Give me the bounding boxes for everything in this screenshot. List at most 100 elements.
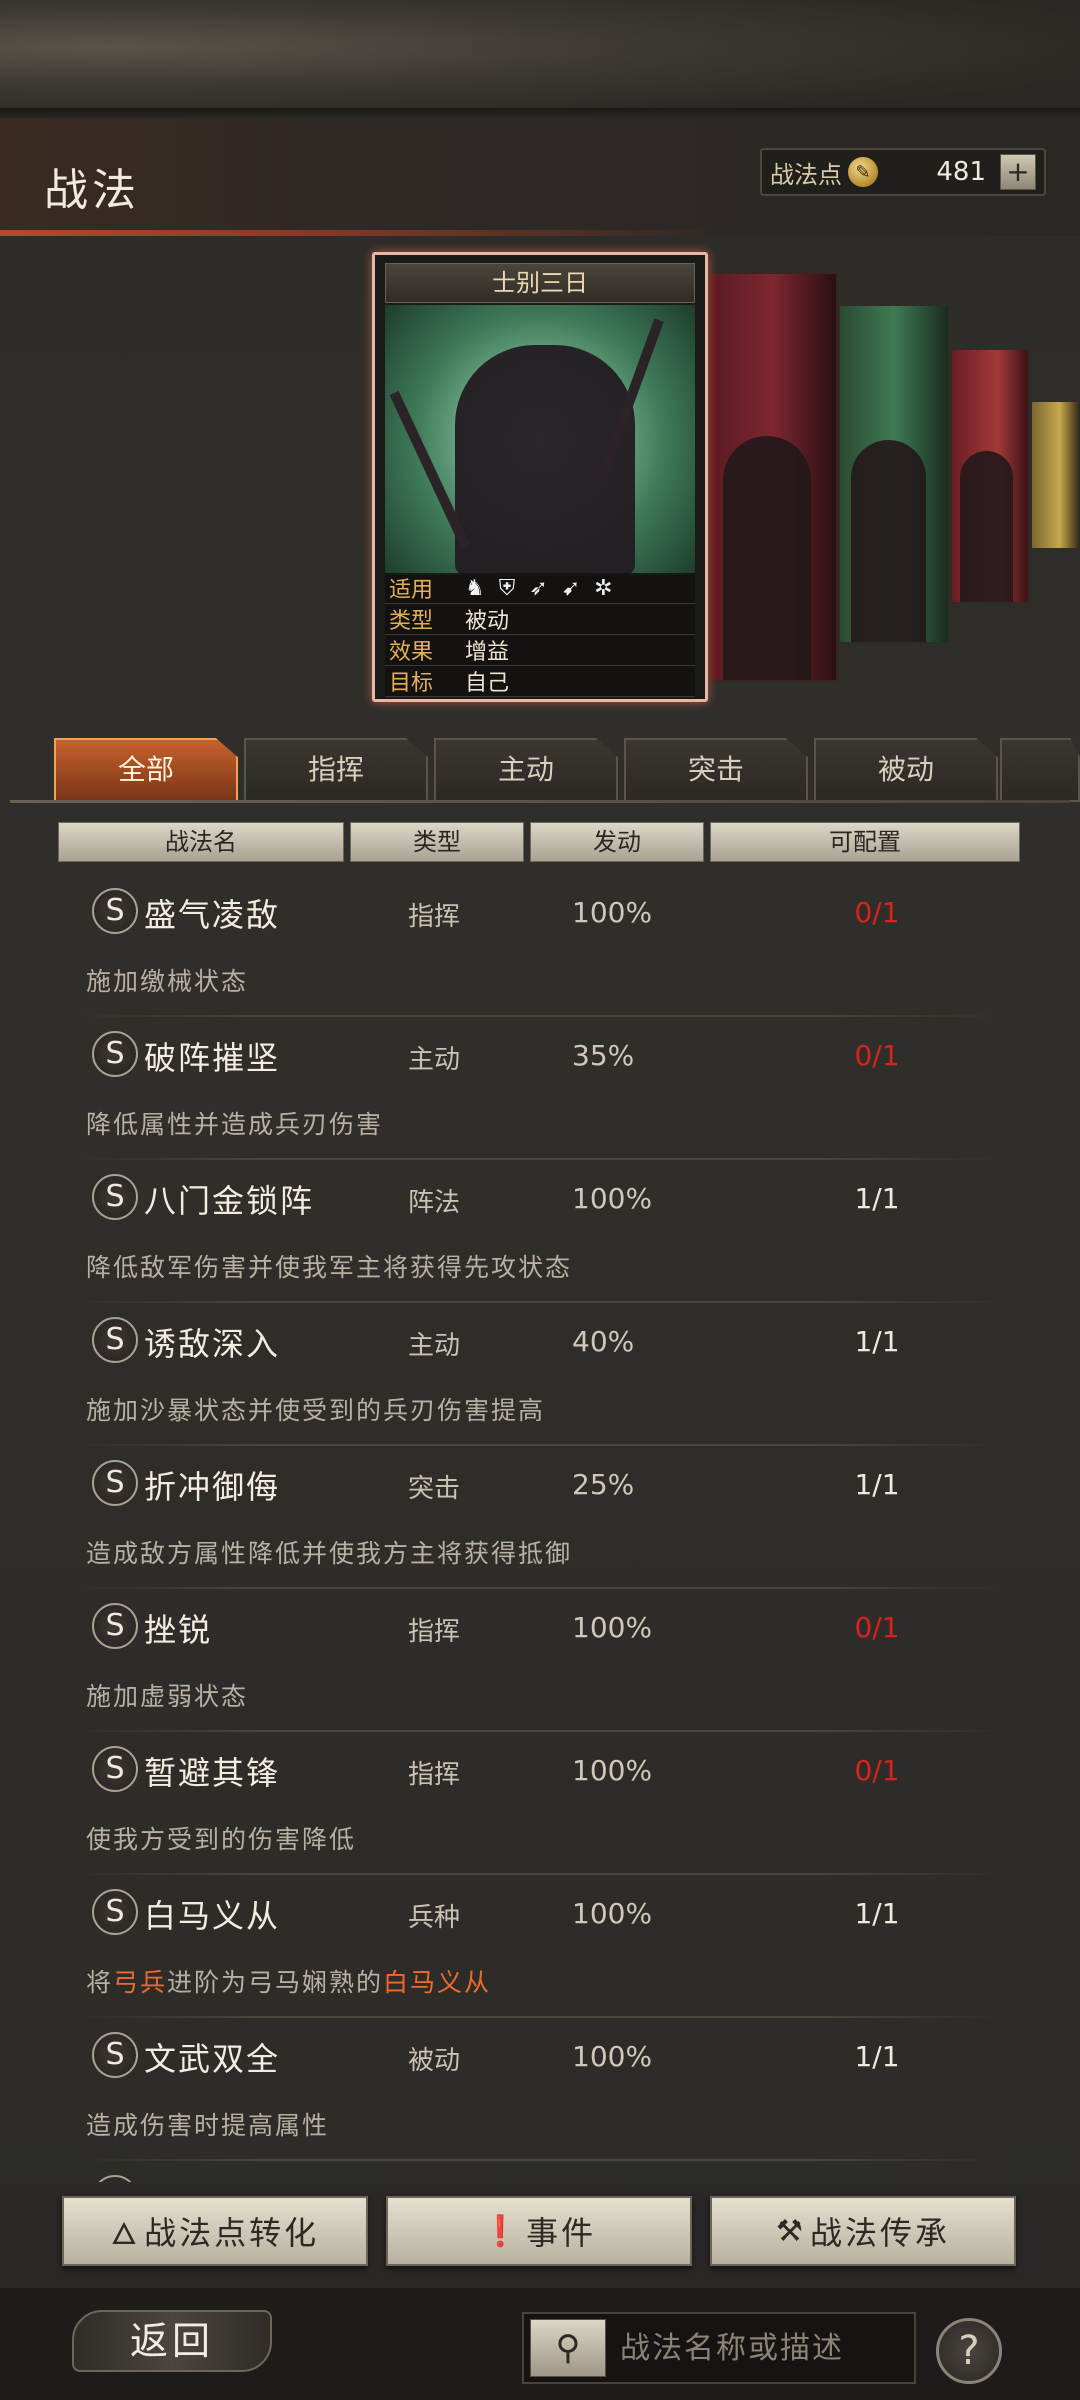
skill-card-back-2[interactable] (838, 304, 950, 644)
desc-text: 将 (86, 1968, 114, 1997)
skill-slots: 0/1 (854, 1611, 900, 1644)
grade-s-badge: S (92, 1603, 138, 1649)
desc-text: 进阶为弓马娴熟的 (167, 1968, 384, 1997)
bow-icon: ➶ (529, 575, 548, 601)
grade-s-badge: S (92, 1746, 138, 1792)
tabs-divider (10, 800, 1070, 803)
card-field-key: 类型 (389, 609, 434, 634)
skill-row[interactable]: S 盛气凌敌 指挥 100% 0/1 施加缴械状态 (12, 876, 1068, 1019)
skill-description: 使我方受到的伤害降低 (86, 1825, 357, 1854)
skill-type: 被动 (408, 2046, 461, 2076)
convert-points-label: 战法点转化 (144, 2214, 320, 2252)
skill-type: 兵种 (408, 1903, 461, 1933)
skill-slots: 1/1 (854, 2040, 900, 2073)
skill-row[interactable]: S 暂避其锋 指挥 100% 0/1 使我方受到的伤害降低 (12, 1734, 1068, 1877)
skill-slots: 1/1 (854, 1897, 900, 1930)
grade-s-badge: S (92, 2032, 138, 2078)
search-input[interactable] (620, 2330, 900, 2366)
add-points-button[interactable]: + (1000, 154, 1036, 190)
flame-icon: 🜂 (110, 2216, 141, 2252)
convert-points-button[interactable]: 🜂 战法点转化 (62, 2196, 368, 2266)
alert-scroll-icon: ❗ (481, 2213, 523, 2249)
skill-row[interactable]: S 折冲御侮 突击 25% 1/1 造成敌方属性降低并使我方主将获得抵御 (12, 1448, 1068, 1591)
desc-highlight: 弓兵 (113, 1968, 168, 1997)
card-title: 士别三日 (385, 263, 695, 303)
page-title: 战法 (44, 165, 140, 216)
skill-slots: 1/1 (854, 1325, 900, 1358)
search-icon[interactable]: ⚲ (530, 2319, 606, 2377)
skill-row[interactable]: S 文武双全 被动 100% 1/1 造成伤害时提高属性 (12, 2020, 1068, 2163)
skill-points-display: 战法点 ✎ 481 + (760, 148, 1046, 196)
back-button[interactable]: 返回 (72, 2310, 272, 2372)
skill-slots: 1/1 (854, 1182, 900, 1215)
skill-slots: 1/1 (854, 1468, 900, 1501)
skill-row[interactable]: S 破阵摧坚 主动 35% 0/1 降低属性并造成兵刃伤害 (12, 1019, 1068, 1162)
help-button[interactable]: ? (936, 2318, 1002, 2384)
tab-all[interactable]: 全部 (54, 738, 238, 802)
skill-description: 造成敌方属性降低并使我方主将获得抵御 (86, 1539, 573, 1568)
column-header-type[interactable]: 类型 (350, 822, 524, 862)
skill-card-back-4[interactable] (1030, 400, 1080, 550)
skill-list[interactable]: S 盛气凌敌 指挥 100% 0/1 施加缴械状态 S 破阵摧坚 主动 35% … (12, 876, 1068, 2182)
featured-skill-card[interactable]: 士别三日 适用 ♞ ⛨ ➶ ➹ ✲ 类型 被动 效果 增益 目标 自己 (372, 252, 708, 702)
grade-s-badge: S (92, 1031, 138, 1077)
skill-name: 挫锐 (144, 1611, 213, 1649)
skill-row[interactable]: S 八门金锁阵 阵法 100% 1/1 降低敌军伤害并使我军主将获得先攻状态 (12, 1162, 1068, 1305)
top-decoration (0, 0, 1080, 118)
skill-card-back-1[interactable] (708, 272, 838, 682)
tab-passive[interactable]: 被动 (814, 738, 998, 802)
skill-row[interactable]: S 诱敌深入 主动 40% 1/1 施加沙暴状态并使受到的兵刃伤害提高 (12, 1305, 1068, 1448)
inherit-skill-button[interactable]: ⚒ 战法传承 (710, 2196, 1016, 2266)
card-field-key: 适用 (389, 578, 434, 603)
column-header-rate[interactable]: 发动 (530, 822, 704, 862)
skill-type: 主动 (408, 1331, 461, 1361)
skill-card-back-3[interactable] (950, 348, 1030, 604)
skill-rate: 100% (572, 1611, 653, 1644)
tab-more[interactable] (1000, 738, 1080, 802)
skill-name: 破阵摧坚 (144, 1039, 281, 1077)
skill-slots: 0/1 (854, 1039, 900, 1072)
tab-assault[interactable]: 突击 (624, 738, 808, 802)
events-label: 事件 (526, 2214, 597, 2252)
search-box: ⚲ (522, 2312, 916, 2384)
events-button[interactable]: ❗ 事件 (386, 2196, 692, 2266)
skill-description: 施加缴械状态 (86, 967, 249, 996)
card-field-type: 类型 被动 (385, 604, 695, 635)
skill-type: 指挥 (408, 1617, 461, 1647)
skill-description: 施加虚弱状态 (86, 1682, 249, 1711)
tab-command[interactable]: 指挥 (244, 738, 428, 802)
desc-highlight: 白马义从 (383, 1968, 492, 1997)
skill-description: 降低敌军伤害并使我军主将获得先攻状态 (86, 1253, 573, 1282)
footer-bar: 返回 ⚲ ? (0, 2288, 1080, 2400)
card-field-key: 目标 (389, 671, 434, 696)
action-bar: 🜂 战法点转化 ❗ 事件 ⚒ 战法传承 (0, 2184, 1080, 2288)
column-header-slots[interactable]: 可配置 (710, 822, 1020, 862)
skill-rate: 100% (572, 896, 653, 929)
app-root: 战法 战法点 ✎ 481 + 士别三日 适用 ♞ ⛨ ➶ ➹ ✲ 类型 被动 效… (0, 0, 1080, 2400)
skill-description: 施加沙暴状态并使受到的兵刃伤害提高 (86, 1396, 546, 1425)
skill-type: 突击 (408, 1474, 461, 1504)
card-field-key: 效果 (389, 640, 434, 665)
tab-active[interactable]: 主动 (434, 738, 618, 802)
skill-type: 指挥 (408, 1760, 461, 1790)
skill-rate: 25% (572, 1468, 635, 1501)
wheel-icon: ✲ (594, 575, 613, 601)
skill-rate: 100% (572, 1754, 653, 1787)
skill-row[interactable]: S 白马义从 兵种 100% 1/1 将弓兵进阶为弓马娴熟的白马义从 (12, 1877, 1068, 2020)
skill-rate: 100% (572, 1897, 653, 1930)
shield-icon: ⛨ (498, 575, 516, 601)
skill-type: 阵法 (408, 1188, 461, 1218)
skill-row[interactable]: S 挫锐 指挥 100% 0/1 施加虚弱状态 (12, 1591, 1068, 1734)
column-header-name[interactable]: 战法名 (58, 822, 344, 862)
grade-s-badge: S (92, 888, 138, 934)
card-field-effect: 效果 增益 (385, 635, 695, 666)
skill-points-value: 481 (936, 157, 986, 187)
skill-points-label: 战法点 (770, 160, 842, 189)
skill-row-partial[interactable] (12, 2163, 1068, 2182)
skill-point-coin-icon: ✎ (848, 157, 878, 187)
skill-rate: 35% (572, 1039, 635, 1072)
grade-s-badge: S (92, 1174, 138, 1220)
skill-name: 文武双全 (144, 2040, 281, 2078)
card-field-target: 目标 自己 (385, 666, 695, 697)
card-field-value: 自己 (465, 671, 510, 696)
